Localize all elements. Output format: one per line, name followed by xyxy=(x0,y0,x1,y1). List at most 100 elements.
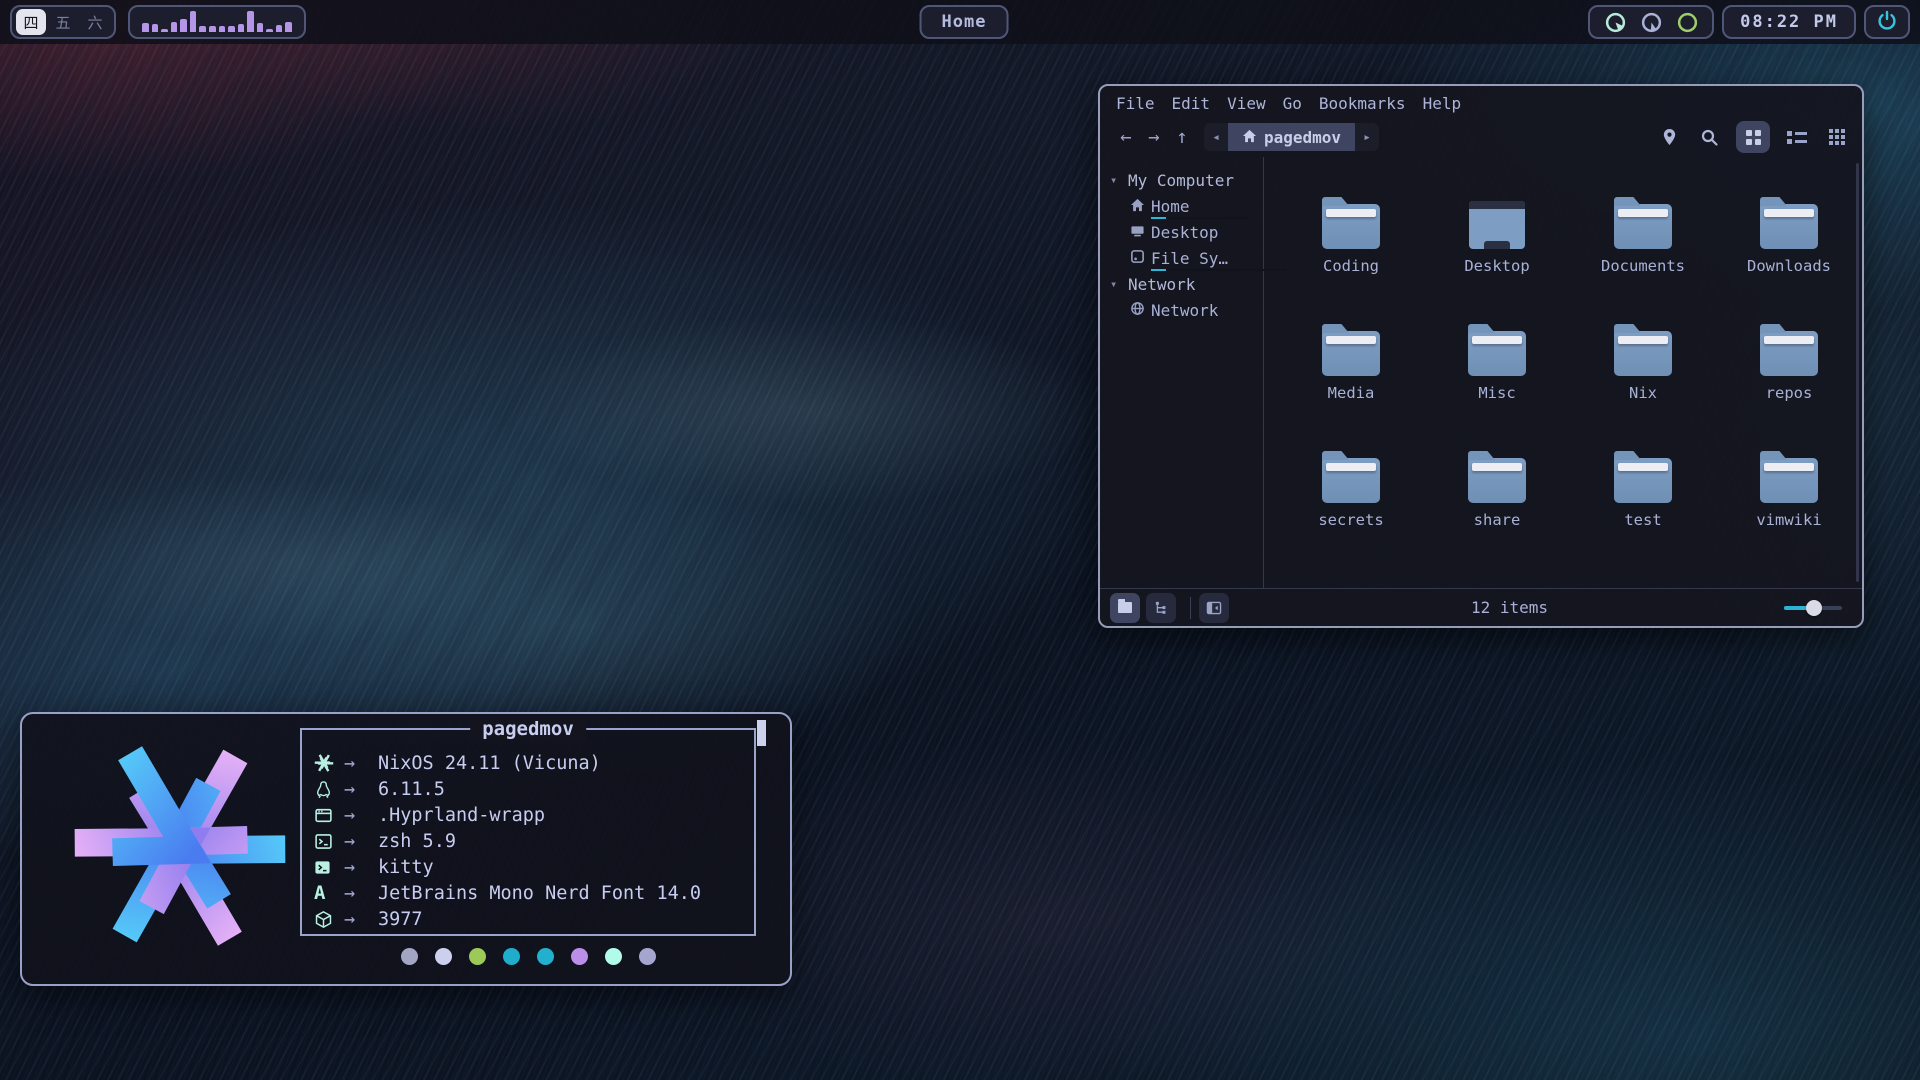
toggle-side-pane-button[interactable] xyxy=(1199,593,1229,623)
folder-item[interactable]: Documents xyxy=(1570,181,1716,308)
menu-help[interactable]: Help xyxy=(1423,94,1462,113)
sidebar-item-desktop[interactable]: Desktop xyxy=(1100,219,1263,245)
palette-dot xyxy=(537,948,554,965)
sidebar-group-my-computer[interactable]: ▾ My Computer xyxy=(1100,167,1263,193)
fetch-row-wm: → .Hyprland-wrapp xyxy=(314,802,754,828)
sidebar-item-filesystem[interactable]: File Sy… xyxy=(1100,245,1263,271)
scrollbar[interactable] xyxy=(1856,163,1859,582)
places-pane-button[interactable] xyxy=(1110,593,1140,623)
menu-edit[interactable]: Edit xyxy=(1172,94,1211,113)
memory-gauge-icon xyxy=(1638,9,1664,35)
folder-item[interactable]: Media xyxy=(1278,308,1424,435)
file-manager-body: ▾ My Computer Home Desktop File Sy… ▾ xyxy=(1100,157,1862,588)
forward-button[interactable]: → xyxy=(1140,123,1168,151)
folder-icon xyxy=(1468,458,1526,503)
location-pin-icon[interactable] xyxy=(1656,124,1682,150)
folder-item[interactable]: Desktop xyxy=(1424,181,1570,308)
packages-icon xyxy=(314,910,344,929)
desktop: 四 五 六 Home 08:22 PM xyxy=(0,0,1920,1080)
system-gauges xyxy=(1588,5,1714,39)
visualizer-bar xyxy=(247,11,254,32)
sidebar-item-network[interactable]: Network xyxy=(1100,297,1263,323)
menu-bookmarks[interactable]: Bookmarks xyxy=(1319,94,1406,113)
folder-item[interactable]: share xyxy=(1424,435,1570,562)
path-bar: ◂ pagedmov ▸ xyxy=(1204,123,1379,151)
folder-item[interactable]: Downloads xyxy=(1716,181,1862,308)
expander-icon[interactable]: ▾ xyxy=(1110,173,1122,187)
sidebar-group-network[interactable]: ▾ Network xyxy=(1100,271,1263,297)
fetch-row-shell: → zsh 5.9 xyxy=(314,828,754,854)
path-segment-home[interactable]: pagedmov xyxy=(1228,123,1355,151)
menu-file[interactable]: File xyxy=(1116,94,1155,113)
folder-item[interactable]: Misc xyxy=(1424,308,1570,435)
folder-item[interactable]: Coding xyxy=(1278,181,1424,308)
tree-icon xyxy=(1154,600,1169,615)
fetch-info-box: pagedmov → NixOS 24.11 (Vicuna) → 6.11.5 xyxy=(300,728,756,936)
folder-icon xyxy=(1322,458,1380,503)
terminal-window[interactable]: pagedmov → NixOS 24.11 (Vicuna) → 6.11.5 xyxy=(20,712,792,986)
fastfetch-output: pagedmov → NixOS 24.11 (Vicuna) → 6.11.5 xyxy=(300,728,756,965)
visualizer-bar xyxy=(238,24,245,32)
thumbnail-view-icon xyxy=(1829,129,1845,145)
icon-view-button[interactable] xyxy=(1736,121,1770,153)
menu-view[interactable]: View xyxy=(1227,94,1266,113)
terminal-cursor xyxy=(757,720,766,746)
folder-icon xyxy=(1614,331,1672,376)
top-bar: 四 五 六 Home 08:22 PM xyxy=(0,0,1920,44)
visualizer-bar xyxy=(209,26,216,32)
palette-dot xyxy=(435,948,452,965)
workspace-button-5[interactable]: 五 xyxy=(48,9,78,35)
path-scroll-left[interactable]: ◂ xyxy=(1204,123,1228,151)
up-button[interactable]: ↑ xyxy=(1168,123,1196,151)
cpu-gauge-icon xyxy=(1602,9,1628,35)
power-button[interactable] xyxy=(1864,5,1910,39)
back-button[interactable]: ← xyxy=(1112,123,1140,151)
folder-icon xyxy=(1760,331,1818,376)
folder-item[interactable]: test xyxy=(1570,435,1716,562)
separator xyxy=(1190,597,1191,619)
search-icon[interactable] xyxy=(1696,124,1722,150)
folder-item[interactable]: secrets xyxy=(1278,435,1424,562)
visualizer-bar xyxy=(161,29,168,32)
visualizer-bar xyxy=(276,25,283,32)
folder-item[interactable]: vimwiki xyxy=(1716,435,1862,562)
drive-icon xyxy=(1130,249,1145,268)
palette-dot xyxy=(503,948,520,965)
disk-gauge-icon xyxy=(1674,9,1700,35)
path-scroll-right[interactable]: ▸ xyxy=(1355,123,1379,151)
clock[interactable]: 08:22 PM xyxy=(1722,5,1856,39)
folder-icon xyxy=(1468,331,1526,376)
palette-dot xyxy=(605,948,622,965)
icon-view-icon xyxy=(1746,130,1761,145)
folder-icon xyxy=(1760,458,1818,503)
sidebar-item-home[interactable]: Home xyxy=(1100,193,1263,219)
palette-dot xyxy=(639,948,656,965)
home-icon xyxy=(1242,128,1257,147)
fetch-row-os: → NixOS 24.11 (Vicuna) xyxy=(314,750,754,776)
item-count: 12 items xyxy=(1235,598,1784,617)
top-bar-left: 四 五 六 xyxy=(6,5,310,39)
terminal-color-palette xyxy=(300,948,756,965)
font-icon: A xyxy=(314,882,344,904)
workspace-button-4[interactable]: 四 xyxy=(16,9,46,35)
folder-icon xyxy=(1760,204,1818,249)
slider-thumb[interactable] xyxy=(1806,600,1822,616)
workspace-button-6[interactable]: 六 xyxy=(80,9,110,35)
visualizer-bar xyxy=(285,22,292,33)
palette-dot xyxy=(469,948,486,965)
menu-go[interactable]: Go xyxy=(1283,94,1302,113)
places-icon xyxy=(1118,602,1132,613)
thumbnail-view-button[interactable] xyxy=(1824,124,1850,150)
top-bar-right: 08:22 PM xyxy=(1584,5,1914,39)
expander-icon[interactable]: ▾ xyxy=(1110,277,1122,291)
side-pane-icon xyxy=(1206,601,1222,615)
active-window-title: Home xyxy=(920,5,1009,39)
zoom-slider[interactable] xyxy=(1784,600,1842,616)
folder-item[interactable]: Nix xyxy=(1570,308,1716,435)
directory-tree-button[interactable] xyxy=(1146,593,1176,623)
folder-icon xyxy=(1322,204,1380,249)
compact-view-button[interactable] xyxy=(1784,124,1810,150)
shell-icon xyxy=(314,832,344,851)
folder-item[interactable]: repos xyxy=(1716,308,1862,435)
fetch-row-kernel: → 6.11.5 xyxy=(314,776,754,802)
